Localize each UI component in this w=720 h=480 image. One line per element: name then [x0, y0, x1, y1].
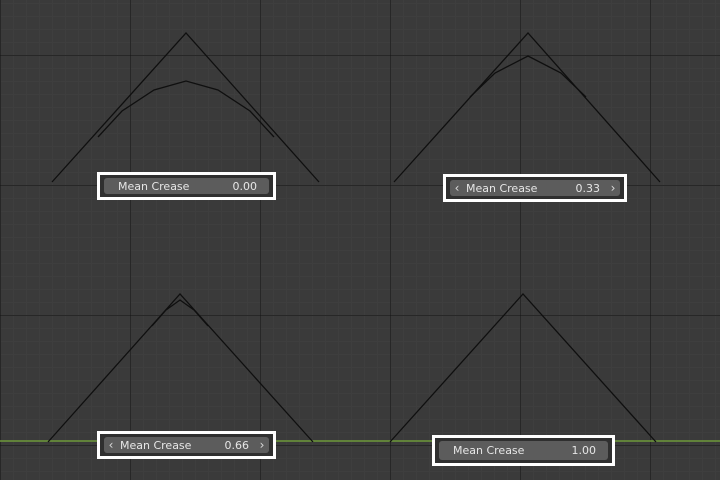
cage-polyline-2 — [393, 32, 661, 183]
subdivided-curve-1 — [97, 80, 275, 138]
increment-arrow-icon[interactable]: › — [255, 438, 269, 452]
mean-crease-field-1[interactable]: Mean Crease 0.00 — [104, 178, 269, 194]
mean-crease-value: 0.00 — [232, 179, 258, 193]
mean-crease-field-3[interactable]: ‹ Mean Crease 0.66 › — [104, 437, 269, 453]
mean-crease-value: 1.00 — [571, 444, 597, 457]
mean-crease-label: Mean Crease — [453, 444, 525, 457]
crease-field-frame-1: Mean Crease 0.00 — [97, 172, 276, 200]
cage-polyline-3 — [47, 293, 314, 443]
decrement-arrow-icon[interactable]: ‹ — [450, 181, 464, 195]
decrement-arrow-icon[interactable]: ‹ — [104, 438, 118, 452]
mean-crease-label: Mean Crease — [466, 181, 538, 195]
mean-crease-value: 0.66 — [224, 438, 250, 452]
subdivided-curve-3 — [151, 299, 209, 327]
increment-arrow-icon[interactable]: › — [606, 181, 620, 195]
mean-crease-field-4[interactable]: Mean Crease 1.00 — [439, 441, 608, 460]
subdivided-curve-2 — [469, 55, 587, 98]
crease-field-frame-3: ‹ Mean Crease 0.66 › — [97, 431, 276, 459]
mean-crease-label: Mean Crease — [120, 438, 192, 452]
viewport-scene — [0, 32, 720, 443]
cage-polyline-4 — [389, 293, 657, 443]
crease-field-frame-2: ‹ Mean Crease 0.33 › — [443, 174, 627, 202]
mean-crease-field-2[interactable]: ‹ Mean Crease 0.33 › — [450, 180, 620, 196]
crease-field-frame-4: Mean Crease 1.00 — [432, 435, 615, 466]
3d-viewport[interactable] — [0, 0, 720, 480]
mean-crease-label: Mean Crease — [118, 179, 190, 193]
cage-polyline-1 — [51, 32, 320, 183]
mean-crease-value: 0.33 — [575, 181, 601, 195]
